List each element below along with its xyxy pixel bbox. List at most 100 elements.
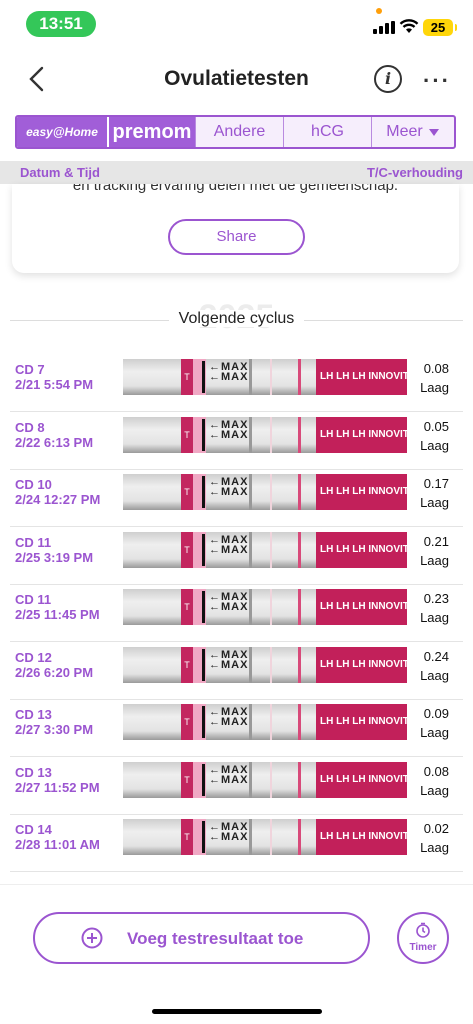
- test-row[interactable]: CD 13 2/27 3:30 PM T ←MAX ←MAX LH LH LH INNOV…: [10, 700, 463, 757]
- test-datetime: 2/22 6:13 PM: [15, 434, 94, 450]
- stopwatch-icon: [416, 922, 430, 938]
- navigation-bar: Ovulatietesten i ···: [0, 52, 473, 106]
- share-description: en tracking ervaring delen met de gemeen…: [72, 184, 399, 194]
- strip-max-text: MAX: [221, 773, 249, 786]
- strip-brand-label: LH LH LH INNOVITA: [316, 589, 407, 625]
- cycle-day: CD 8: [15, 419, 45, 435]
- strip-brand-label: LH LH LH INNOVITA: [316, 359, 407, 395]
- strip-test-line: [270, 704, 272, 740]
- strip-max-label: ←MAX ←MAX: [209, 591, 249, 613]
- strip-guide-line: [202, 648, 205, 681]
- tc-ratio-value: 0.09: [423, 706, 449, 721]
- tc-ratio-value: 0.23: [423, 591, 449, 606]
- strip-control-line: [298, 819, 301, 855]
- strip-max-label: ←MAX ←MAX: [209, 533, 249, 556]
- brand-tab-more-label: Meer: [386, 123, 423, 140]
- strip-max-label: ←MAX ←MAX: [209, 361, 249, 383]
- strip-test-line: [270, 589, 272, 625]
- strip-divider: [249, 359, 252, 395]
- strip-max-label: ←MAX ←MAX: [209, 418, 249, 441]
- share-button[interactable]: Share: [168, 219, 305, 255]
- share-card: en tracking ervaring delen met de gemeen…: [12, 184, 459, 273]
- strip-test-line: [270, 474, 272, 510]
- status-bar: 13:51 25: [0, 0, 473, 48]
- strip-max-text: MAX: [221, 601, 249, 613]
- battery-icon: 25: [423, 19, 457, 36]
- test-row[interactable]: CD 14 2/28 11:01 AM T ←MAX ←MAX LH LH LH INNO…: [10, 815, 463, 872]
- timer-button[interactable]: Timer: [397, 912, 449, 964]
- strip-guide-line: [202, 763, 205, 796]
- strip-divider: [249, 646, 252, 683]
- lh-level: Laag: [420, 782, 449, 798]
- strip-control-line: [298, 704, 301, 740]
- tc-ratio-value: 0.24: [423, 648, 449, 664]
- plus-circle-icon: [81, 927, 103, 949]
- test-datetime: 2/25 11:45 PM: [15, 607, 100, 622]
- strip-max-label: ←MAX ←MAX: [209, 763, 249, 786]
- strip-t-marker: T: [181, 589, 193, 625]
- strip-brand-label: LH LH LH INNOVITA: [316, 819, 407, 855]
- strip-guide-line: [202, 533, 205, 566]
- tc-ratio-value: 0.08: [423, 361, 449, 376]
- lh-level: Laag: [420, 552, 449, 568]
- brand-tab-hcg[interactable]: hCG: [283, 117, 371, 147]
- test-row[interactable]: CD 10 2/24 12:27 PM T ←MAX ←MAX LH LH LH INNO…: [10, 470, 463, 527]
- strip-t-marker: T: [181, 819, 193, 855]
- bottom-separator: [0, 884, 473, 885]
- test-row[interactable]: CD 11 2/25 3:19 PM T ←MAX ←MAX LH LH LH INNOV…: [10, 528, 463, 585]
- strip-guide-line: [202, 821, 205, 853]
- strip-t-marker: T: [181, 416, 193, 453]
- test-row[interactable]: CD 13 2/27 11:52 PM T ←MAX ←MAX LH LH LH INNO…: [10, 758, 463, 815]
- strip-t-marker: T: [181, 704, 193, 740]
- brand-tab-other[interactable]: Andere: [195, 117, 283, 147]
- column-tc-ratio: T/C-verhouding: [366, 165, 463, 180]
- lh-level: Laag: [420, 725, 449, 740]
- strip-guide-line: [202, 418, 205, 451]
- brand-tab-more[interactable]: Meer: [371, 117, 454, 147]
- lh-level: Laag: [420, 495, 449, 510]
- cycle-day: CD 13: [15, 707, 52, 722]
- test-datetime: 2/27 11:52 PM: [15, 779, 100, 795]
- test-datetime: 2/25 3:19 PM: [15, 549, 94, 565]
- brand-tab-premom[interactable]: premom: [107, 117, 195, 147]
- strip-t-marker: T: [181, 761, 193, 798]
- strip-divider: [249, 704, 252, 740]
- test-row[interactable]: CD 12 2/26 6:20 PM T ←MAX ←MAX LH LH LH INNOV…: [10, 643, 463, 700]
- strip-test-line: [270, 819, 272, 855]
- strip-max-text: MAX: [221, 658, 249, 671]
- info-icon[interactable]: i: [374, 65, 402, 93]
- lh-level: Laag: [420, 667, 449, 683]
- test-strip-image: T ←MAX ←MAX LH LH LH INNOVITA: [123, 819, 407, 855]
- strip-control-line: [298, 646, 301, 683]
- cycle-label: Volgende cyclus: [0, 310, 473, 328]
- column-header: Datum & Tijd T/C-verhouding: [0, 161, 473, 184]
- brand-tab-easy-at-home[interactable]: easy@Home: [17, 117, 107, 147]
- strip-control-line: [298, 359, 301, 395]
- add-test-result-button[interactable]: Voeg testresultaat toe: [33, 912, 370, 964]
- strip-t-marker: T: [181, 646, 193, 683]
- strip-divider: [249, 761, 252, 798]
- strip-test-line: [270, 761, 272, 798]
- test-row[interactable]: CD 7 2/21 5:54 PM T ←MAX ←MAX LH LH LH INNOVI…: [10, 355, 463, 412]
- strip-guide-line: [202, 476, 205, 508]
- more-options-icon[interactable]: ···: [423, 68, 451, 94]
- strip-t-marker: T: [181, 474, 193, 510]
- tc-ratio-value: 0.02: [423, 821, 449, 836]
- strip-control-line: [298, 761, 301, 798]
- test-row[interactable]: CD 11 2/25 11:45 PM T ←MAX ←MAX LH LH LH INNO…: [10, 585, 463, 642]
- strip-max-text: MAX: [221, 486, 249, 498]
- cycle-label-text: Volgende cyclus: [168, 310, 305, 327]
- strip-control-line: [298, 416, 301, 453]
- strip-divider: [249, 589, 252, 625]
- test-datetime: 2/21 5:54 PM: [15, 377, 94, 392]
- column-date-time: Datum & Tijd: [20, 165, 100, 180]
- test-datetime: 2/28 11:01 AM: [15, 837, 100, 852]
- cycle-day: CD 14: [15, 822, 52, 837]
- strip-divider: [249, 531, 252, 568]
- test-strip-image: T ←MAX ←MAX LH LH LH INNOVITA: [123, 474, 407, 510]
- status-time: 13:51: [26, 11, 96, 37]
- test-row[interactable]: CD 8 2/22 6:13 PM T ←MAX ←MAX LH LH LH INNOVI…: [10, 413, 463, 470]
- tc-ratio-value: 0.08: [423, 763, 449, 779]
- cycle-day: CD 11: [15, 592, 52, 607]
- strip-brand-label: LH LH LH INNOVITA: [316, 416, 407, 453]
